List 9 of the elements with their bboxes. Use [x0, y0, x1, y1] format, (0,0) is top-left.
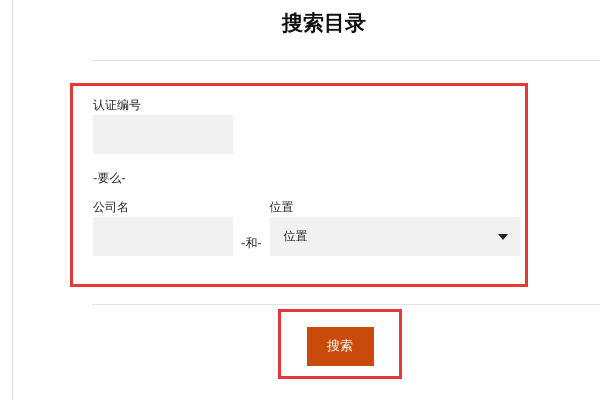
search-button[interactable]: 搜索	[306, 326, 374, 366]
field-label: 认证编号	[93, 97, 142, 114]
caret-icon	[498, 234, 508, 240]
field-label: 位置	[270, 199, 295, 216]
page-title: 搜索目录	[280, 10, 367, 37]
field-label: 公司名	[93, 199, 130, 216]
location-dropdown[interactable]: 位置	[270, 217, 520, 256]
separator-text: -和-	[240, 235, 263, 252]
separator-text: -要么-	[93, 170, 127, 187]
